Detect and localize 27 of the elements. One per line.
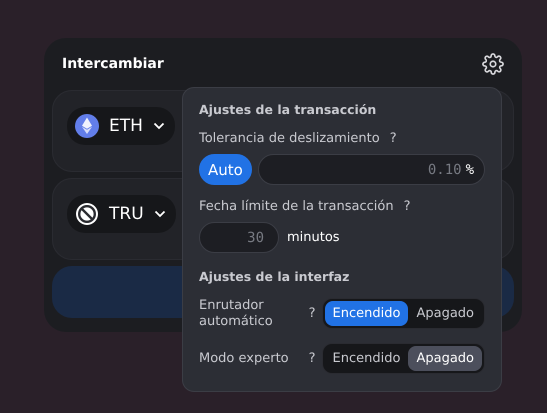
toggle-option[interactable]: Encendido [324,346,408,372]
toggle-option[interactable]: Apagado [408,301,482,326]
chevron-icon [152,122,165,130]
help-icon[interactable]: ? [308,351,316,366]
toggle-option[interactable]: Apagado [408,346,482,372]
chevron-icon [154,210,166,218]
auto-button[interactable]: Auto [199,154,252,185]
deadline-label: Fecha límite de la transacción [199,199,394,214]
blocked-icon [75,202,99,226]
minutes-label: minutos [287,230,340,245]
section-title: Ajustes de la interfaz [199,269,350,284]
help-icon[interactable]: ? [308,306,316,322]
swap-title: Intercambiar [62,56,164,72]
slippage-input[interactable]: 0.10 [268,160,464,178]
token-selector[interactable]: TRU [67,195,176,233]
help-icon[interactable]: ? [404,199,410,214]
slippage-label: Tolerancia de deslizamiento [199,131,380,146]
help-icon[interactable]: ? [390,131,397,146]
deadline-field[interactable]: 30 [199,222,279,253]
toggle-label: Enrutador automático [199,298,274,330]
ethereum-icon [75,114,99,138]
settings-icon[interactable] [482,53,504,75]
toggle-label: Modo experto [199,350,290,366]
slippage-field[interactable]: 0.10 % [258,154,485,185]
token-selector[interactable]: ETH [67,107,175,145]
section-title: Ajustes de la transacción [199,102,378,117]
toggle-option[interactable]: Encendido [324,301,408,326]
